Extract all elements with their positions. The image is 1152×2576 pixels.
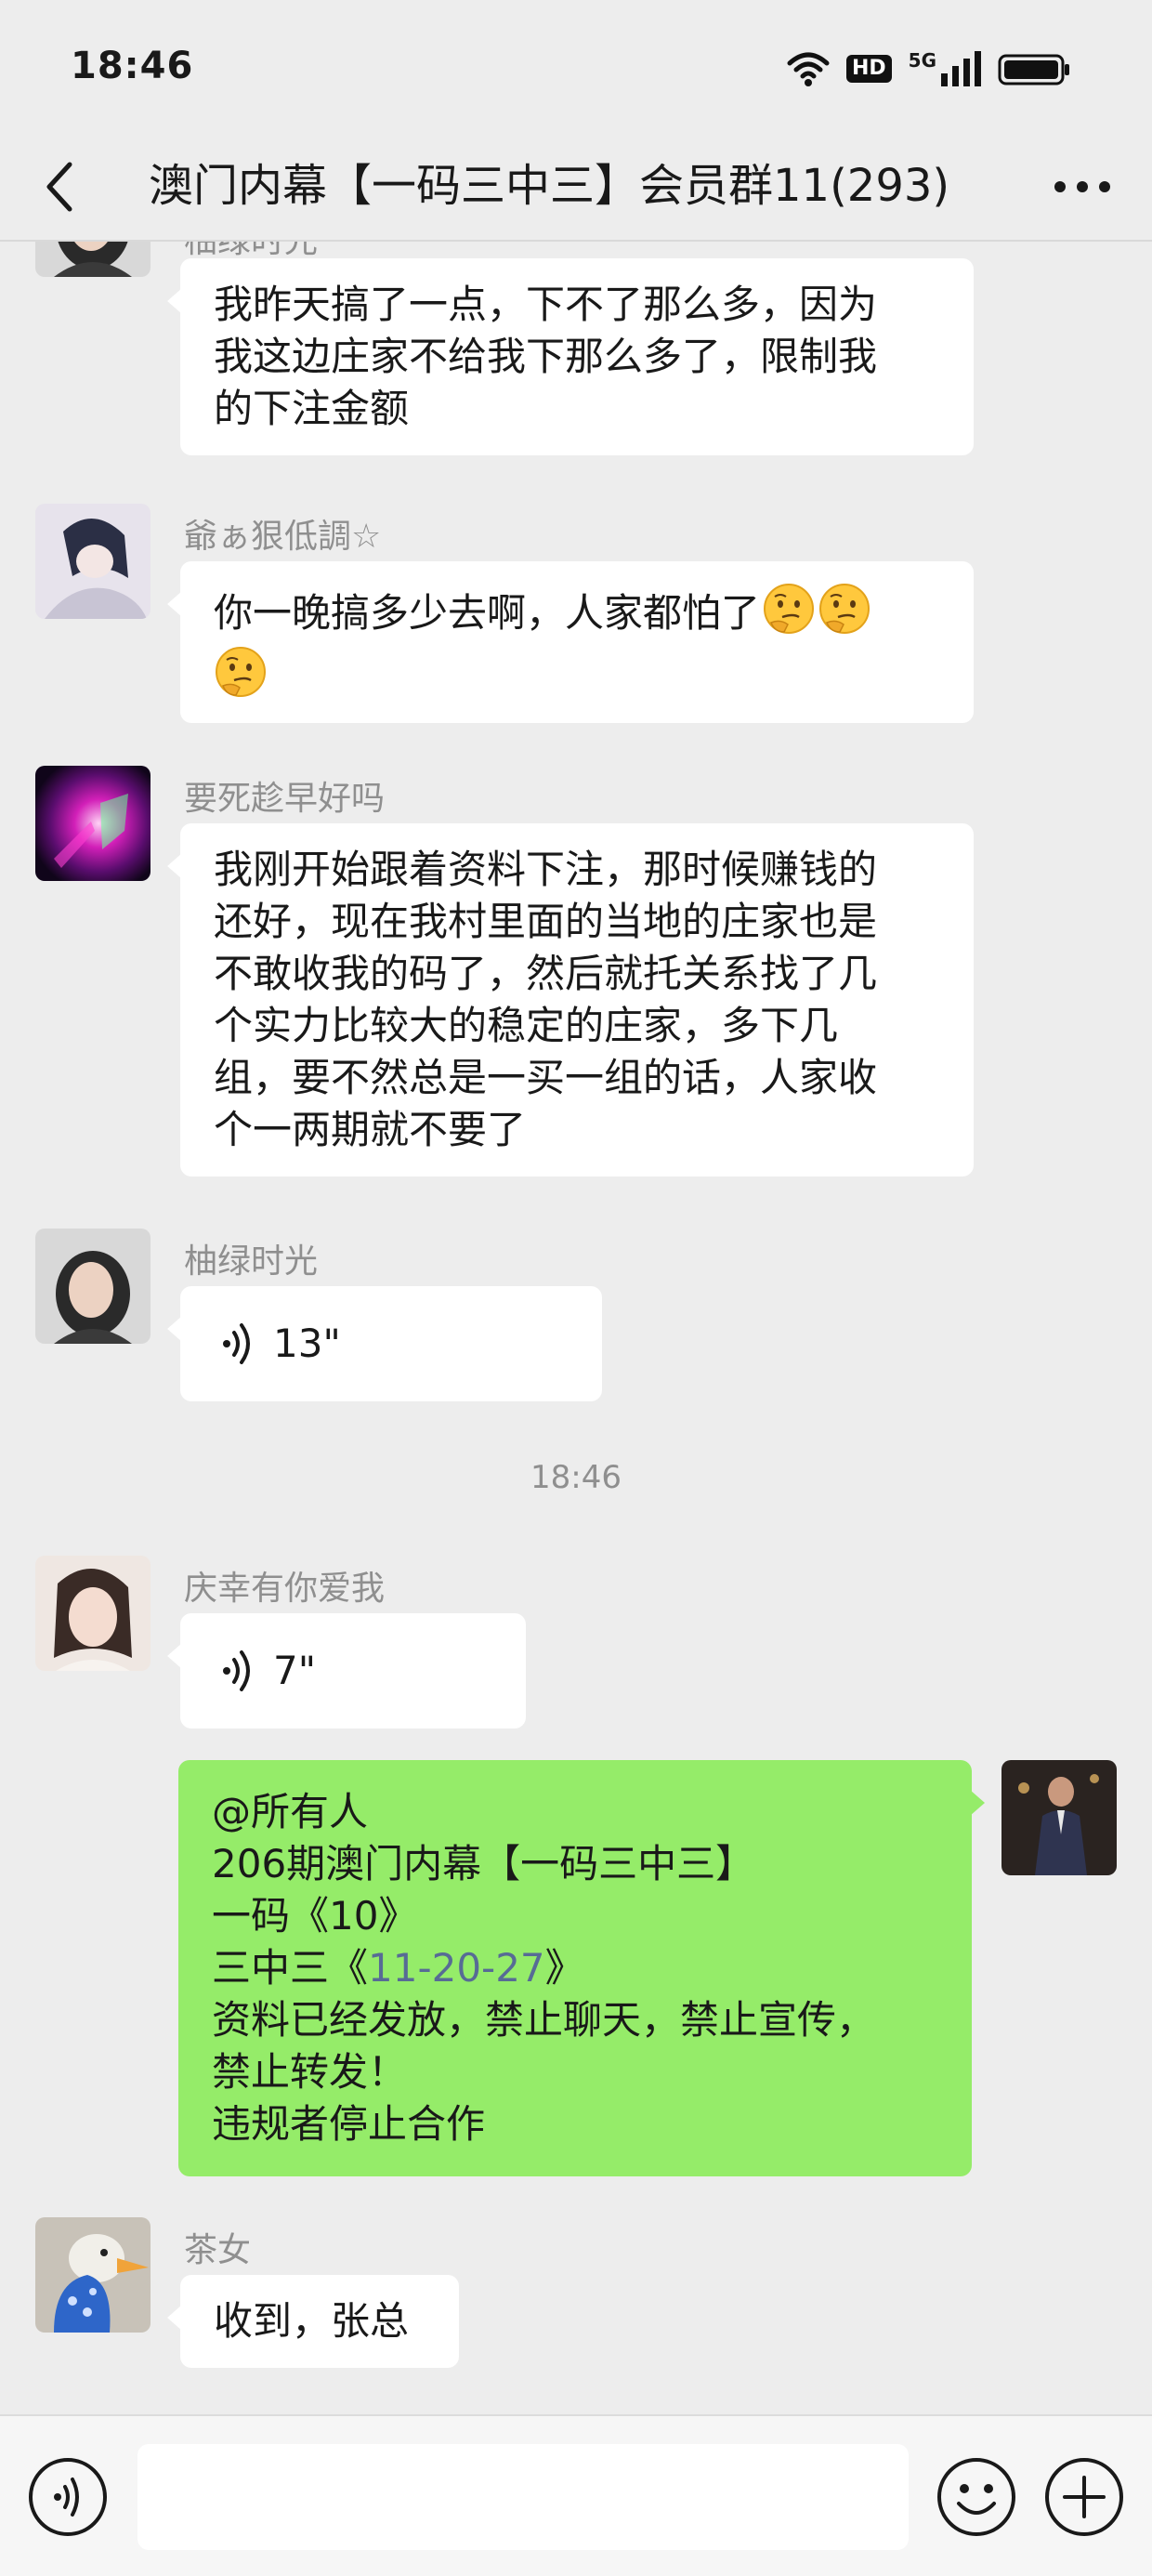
message-text-line: 一码《10》 bbox=[212, 1893, 418, 1939]
number-link[interactable]: 11-20-27 bbox=[368, 1945, 545, 1991]
chat-title: 澳门内幕【一码三中三】会员群11(293) bbox=[149, 160, 950, 212]
avatar[interactable] bbox=[35, 504, 151, 619]
5g-signal-icon: 5G bbox=[909, 51, 981, 86]
message-input[interactable] bbox=[137, 2444, 909, 2550]
thinking-face-emoji bbox=[216, 647, 266, 697]
more-button[interactable] bbox=[1041, 154, 1124, 219]
sender-name: 爺ぁ狠低調☆ bbox=[184, 518, 382, 556]
plus-circle-icon bbox=[1045, 2458, 1123, 2536]
more-dots-icon bbox=[1054, 181, 1110, 192]
thinking-face-emoji bbox=[819, 584, 871, 634]
message-text-line: 组，要不然总是一买一组的话，人家收 bbox=[214, 1055, 878, 1100]
message-text-line: 你一晚搞多少去啊，人家都怕了 bbox=[214, 582, 940, 639]
chevron-left-icon bbox=[46, 162, 72, 212]
thinking-face-emoji bbox=[764, 584, 815, 634]
message-text: 三中三《 bbox=[212, 1945, 369, 1991]
message-text-line: 我这边庄家不给我下那么多了，限制我 bbox=[214, 334, 878, 379]
message-text-line: 个实力比较大的稳定的庄家，多下几 bbox=[214, 1003, 839, 1048]
message-item: 爺ぁ狠低調☆ 你一晚搞多少去啊，人家都怕了 bbox=[0, 504, 1152, 745]
message-bubble[interactable]: 我昨天搞了一点，下不了那么多，因为 我这边庄家不给我下那么多了，限制我 的下注金… bbox=[167, 258, 974, 455]
message-text-line: 不敢收我的码了，然后就托关系找了几 bbox=[214, 951, 878, 996]
battery-icon bbox=[998, 54, 1069, 85]
message-bubble[interactable]: 你一晚搞多少去啊，人家都怕了 bbox=[167, 561, 974, 723]
message-bubble[interactable]: @所有人 206期澳门内幕【一码三中三】 一码《10》 三中三《11-20-27… bbox=[178, 1760, 985, 2176]
message-text-line: 的下注金额 bbox=[214, 386, 410, 431]
message-text-line: 206期澳门内幕【一码三中三】 bbox=[212, 1841, 755, 1886]
status-time: 18:46 bbox=[71, 45, 194, 87]
message-item-outgoing: @所有人 206期澳门内幕【一码三中三】 一码《10》 三中三《11-20-27… bbox=[0, 1760, 1152, 2197]
input-bar bbox=[0, 2414, 1152, 2576]
emoji-button[interactable] bbox=[935, 2455, 1018, 2539]
message-text-line: 我刚开始跟着资料下注，那时候赚钱的 bbox=[214, 847, 878, 892]
voice-duration: 7" bbox=[273, 1648, 317, 1693]
message-text-line: 三中三《11-20-27》 bbox=[212, 1942, 938, 1994]
status-bar: 18:46 HD 5G bbox=[0, 0, 1152, 130]
message-item: 要死趁早好吗 我刚开始跟着资料下注，那时候赚钱的 还好，现在我村里面的当地的庄家… bbox=[0, 766, 1152, 1212]
network-type-label: 5G bbox=[908, 49, 936, 72]
chat-message-list[interactable]: 柚绿时光 我昨天搞了一点，下不了那么多，因为 我这边庄家不给我下那么多了，限制我… bbox=[0, 242, 1152, 2414]
avatar[interactable] bbox=[35, 242, 151, 277]
voice-mode-button[interactable] bbox=[26, 2455, 110, 2539]
voice-mode-icon bbox=[29, 2458, 107, 2536]
message-text-line: 收到，张总 bbox=[214, 2298, 410, 2344]
chat-screen: 18:46 HD 5G 澳门内幕【一码三中三】会员群11(293) 我昨天搞了一… bbox=[0, 0, 1152, 2576]
voice-message-bubble[interactable]: 7" bbox=[167, 1613, 526, 1728]
message-text-line: 资料已经发放，禁止聊天，禁止宣传， bbox=[212, 1997, 876, 2043]
message-text: 》 bbox=[544, 1945, 584, 1991]
hd-icon: HD bbox=[845, 55, 892, 83]
sender-name: 庆幸有你爱我 bbox=[184, 1570, 386, 1608]
message-text-line: 还好，现在我村里面的当地的庄家也是 bbox=[214, 899, 878, 944]
time-divider: 18:46 bbox=[530, 1459, 622, 1496]
avatar[interactable] bbox=[1001, 1760, 1117, 1875]
message-text-line: 禁止转发！ bbox=[212, 2049, 408, 2095]
status-icons: HD 5G bbox=[787, 46, 1072, 91]
sender-name: 茶女 bbox=[184, 2231, 252, 2269]
voice-wave-icon bbox=[223, 1323, 250, 1364]
message-item: 柚绿时光 我昨天搞了一点，下不了那么多，因为 我这边庄家不给我下那么多了，限制我… bbox=[0, 242, 1152, 483]
message-bubble[interactable]: 我刚开始跟着资料下注，那时候赚钱的 还好，现在我村里面的当地的庄家也是 不敢收我… bbox=[167, 823, 974, 1176]
avatar[interactable] bbox=[35, 1556, 151, 1671]
message-item: 庆幸有你爱我 7" bbox=[0, 1556, 1152, 1741]
message-text-line: 个一两期就不要了 bbox=[214, 1107, 527, 1152]
message-text-line: @所有人 bbox=[212, 1789, 369, 1834]
navigation-bar: 澳门内幕【一码三中三】会员群11(293) bbox=[0, 130, 1152, 242]
more-functions-button[interactable] bbox=[1042, 2455, 1126, 2539]
back-button[interactable] bbox=[28, 154, 93, 219]
wifi-icon bbox=[787, 52, 830, 86]
message-text: 你一晚搞多少去啊，人家都怕了 bbox=[214, 590, 761, 636]
avatar[interactable] bbox=[35, 2217, 151, 2333]
avatar[interactable] bbox=[35, 1229, 151, 1344]
sender-name: 要死趁早好吗 bbox=[184, 780, 386, 818]
message-text-line: 违规者停止合作 bbox=[212, 2101, 486, 2147]
voice-wave-icon bbox=[223, 1650, 250, 1691]
message-item: 柚绿时光 13" bbox=[0, 1229, 1152, 1414]
message-bubble[interactable]: 收到，张总 bbox=[167, 2275, 459, 2368]
avatar[interactable] bbox=[35, 766, 151, 881]
message-text-line: 我昨天搞了一点，下不了那么多，因为 bbox=[214, 282, 878, 327]
message-text-line bbox=[214, 645, 940, 703]
voice-duration: 13" bbox=[273, 1321, 341, 1366]
sender-name: 柚绿时光 bbox=[184, 1242, 319, 1281]
voice-message-bubble[interactable]: 13" bbox=[167, 1286, 602, 1401]
message-item: 茶女 收到，张总 bbox=[0, 2217, 1152, 2403]
emoji-face-icon bbox=[937, 2458, 1015, 2536]
